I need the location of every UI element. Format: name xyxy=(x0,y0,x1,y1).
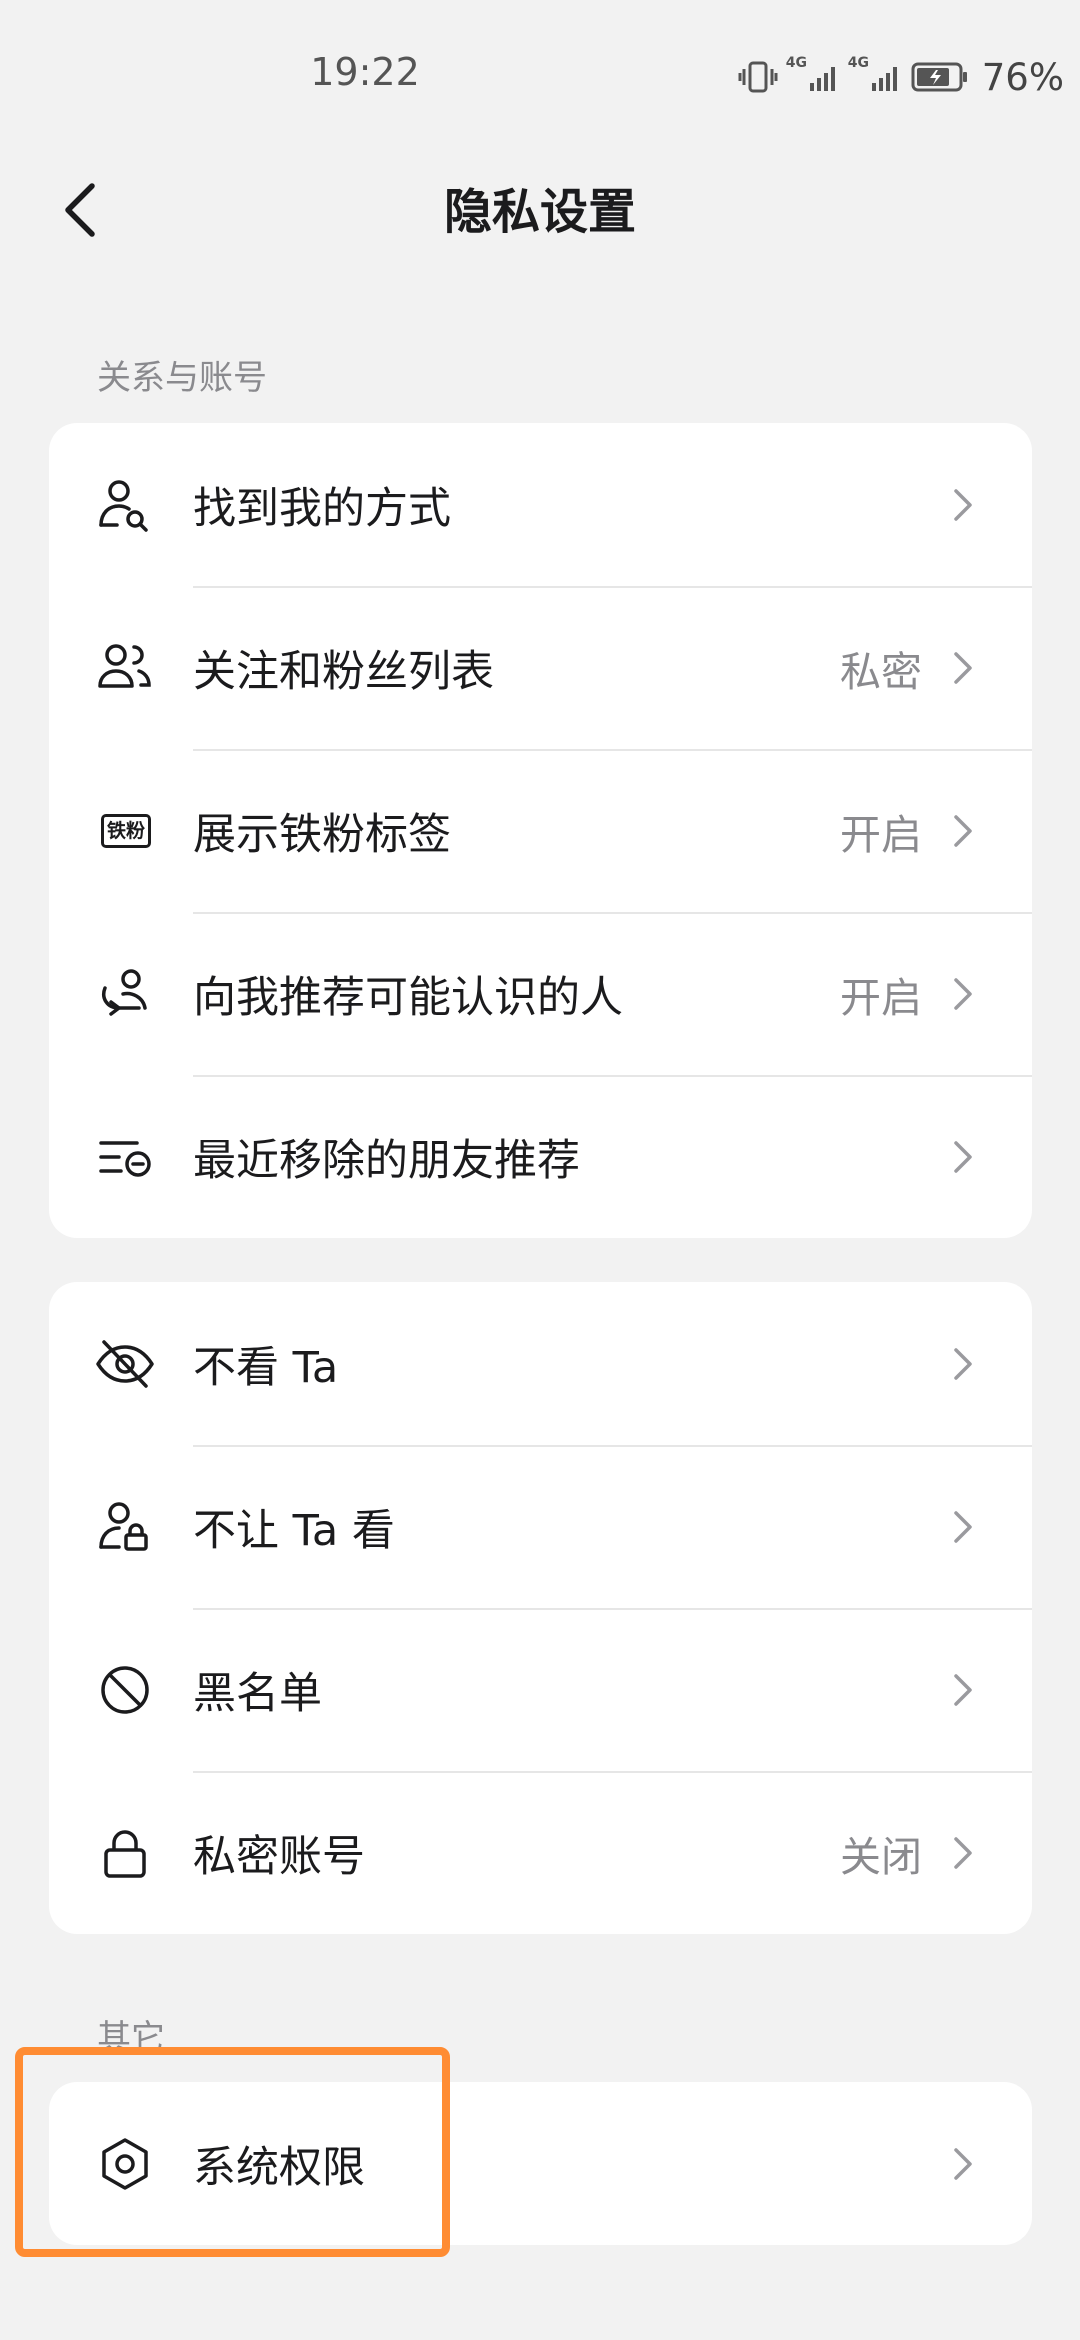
row-system-permissions[interactable]: 系统权限 xyxy=(49,2082,1032,2245)
network-type-2: 4G xyxy=(847,55,869,71)
row-dont-see-them[interactable]: 不看 Ta xyxy=(49,1282,1032,1445)
lock-icon xyxy=(95,1823,155,1883)
row-label: 黑名单 xyxy=(193,1668,322,1719)
person-search-icon xyxy=(95,475,155,535)
row-label: 关注和粉丝列表 xyxy=(193,646,494,697)
vibrate-icon xyxy=(738,60,778,94)
row-blacklist[interactable]: 黑名单 xyxy=(49,1608,1032,1771)
iron-fan-badge-text: 铁粉 xyxy=(100,813,151,848)
relationship-settings-card: 找到我的方式 关注和粉丝列表 私密 铁粉 展示铁粉标签 开启 向我推荐可能认识的… xyxy=(49,423,1032,1238)
row-removed-recommendations[interactable]: 最近移除的朋友推荐 xyxy=(49,1075,1032,1238)
row-label: 私密账号 xyxy=(193,1831,365,1882)
row-dont-let-them-see[interactable]: 不让 Ta 看 xyxy=(49,1445,1032,1608)
section-label-other: 其它 xyxy=(97,2018,165,2058)
row-iron-fan-badge[interactable]: 铁粉 展示铁粉标签 开启 xyxy=(49,749,1032,912)
status-bar: 19:22 4G 4G 76% xyxy=(0,0,1080,150)
chevron-right-icon xyxy=(946,974,980,1014)
row-label: 最近移除的朋友推荐 xyxy=(193,1135,580,1186)
nav-bar: 隐私设置 xyxy=(0,150,1080,270)
row-label: 向我推荐可能认识的人 xyxy=(193,972,623,1023)
row-label: 找到我的方式 xyxy=(193,483,451,534)
chevron-right-icon xyxy=(946,2144,980,2184)
signal-icon-2: 4G xyxy=(848,55,902,95)
battery-icon xyxy=(910,60,970,94)
people-icon xyxy=(95,638,155,698)
row-value: 私密 xyxy=(840,647,922,696)
row-label: 展示铁粉标签 xyxy=(193,809,451,860)
row-value: 开启 xyxy=(840,973,922,1022)
chevron-right-icon xyxy=(946,811,980,851)
person-lock-icon xyxy=(95,1497,155,1557)
list-removed-icon xyxy=(95,1127,155,1187)
chevron-right-icon xyxy=(946,1344,980,1384)
person-recommend-icon xyxy=(95,964,155,1024)
row-label: 不看 Ta xyxy=(193,1342,339,1393)
hexagon-settings-icon xyxy=(95,2134,155,2194)
row-value: 开启 xyxy=(840,810,922,859)
chevron-right-icon xyxy=(946,1833,980,1873)
battery-percent: 76% xyxy=(981,55,1064,99)
other-settings-card: 系统权限 xyxy=(49,2082,1032,2245)
status-icons: 4G 4G 76% xyxy=(738,54,1064,100)
row-find-me[interactable]: 找到我的方式 xyxy=(49,423,1032,586)
page-title: 隐私设置 xyxy=(443,184,636,240)
network-type-1: 4G xyxy=(785,55,807,71)
iron-fan-badge-icon: 铁粉 xyxy=(95,801,157,861)
block-icon xyxy=(95,1660,155,1720)
row-value: 关闭 xyxy=(840,1832,922,1881)
chevron-right-icon xyxy=(946,485,980,525)
chevron-right-icon xyxy=(946,648,980,688)
row-private-account[interactable]: 私密账号 关闭 xyxy=(49,1771,1032,1934)
row-label: 不让 Ta 看 xyxy=(193,1505,395,1556)
chevron-right-icon xyxy=(946,1670,980,1710)
row-recommend-people[interactable]: 向我推荐可能认识的人 开启 xyxy=(49,912,1032,1075)
chevron-right-icon xyxy=(946,1507,980,1547)
chevron-right-icon xyxy=(946,1137,980,1177)
section-label-relationship: 关系与账号 xyxy=(97,358,267,398)
visibility-settings-card: 不看 Ta 不让 Ta 看 黑名单 私密账号 关闭 xyxy=(49,1282,1032,1934)
signal-icon-1: 4G xyxy=(786,55,840,95)
row-label: 系统权限 xyxy=(193,2142,365,2193)
row-follow-fans-list[interactable]: 关注和粉丝列表 私密 xyxy=(49,586,1032,749)
status-time: 19:22 xyxy=(310,50,420,94)
eye-off-icon xyxy=(95,1334,155,1394)
